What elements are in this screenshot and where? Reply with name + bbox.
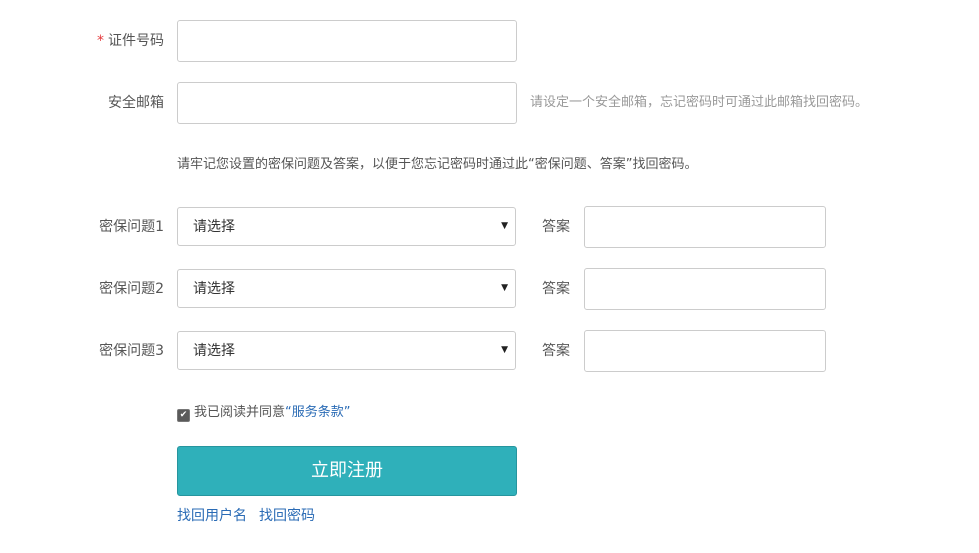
- dropdown-arrow-icon: ▼: [501, 345, 508, 355]
- dropdown-arrow-icon: ▼: [501, 283, 508, 293]
- id-number-label: * 证件号码: [14, 20, 164, 62]
- security-question-select-2[interactable]: 请选择 ▼: [177, 269, 516, 308]
- agreement-text: 我已阅读并同意: [194, 405, 286, 420]
- required-mark: *: [97, 33, 104, 49]
- security-question-select-1[interactable]: 请选择 ▼: [177, 207, 516, 246]
- email-label: 安全邮箱: [108, 95, 164, 111]
- recovery-links: 找回用户名 找回密码: [177, 506, 327, 526]
- terms-of-service-link[interactable]: “服务条款”: [285, 405, 350, 420]
- agreement: ✔ 我已阅读并同意“服务条款”: [177, 403, 351, 423]
- find-username-link[interactable]: 找回用户名: [177, 508, 247, 524]
- security-question-row-3: 密保问题3 请选择 ▼ 答案: [0, 330, 979, 373]
- answer-input-2[interactable]: [584, 268, 826, 310]
- security-question-row-2: 密保问题2 请选择 ▼ 答案: [0, 268, 979, 311]
- id-number-input[interactable]: [177, 20, 517, 62]
- security-question-row-1: 密保问题1 请选择 ▼ 答案: [0, 206, 979, 249]
- email-row: 安全邮箱 请设定一个安全邮箱，忘记密码时可通过此邮箱找回密码。: [0, 82, 979, 124]
- answer-label-3: 答案: [542, 343, 570, 359]
- security-question-select-3[interactable]: 请选择 ▼: [177, 331, 516, 370]
- email-input[interactable]: [177, 82, 517, 124]
- security-question-label-3: 密保问题3: [99, 343, 164, 359]
- email-hint: 请设定一个安全邮箱，忘记密码时可通过此邮箱找回密码。: [530, 95, 869, 110]
- agreement-checkbox[interactable]: ✔: [177, 409, 190, 422]
- registration-form: * 证件号码 安全邮箱 请设定一个安全邮箱，忘记密码时可通过此邮箱找回密码。 请牢…: [0, 0, 979, 553]
- check-icon: ✔: [179, 410, 188, 420]
- id-number-row: * 证件号码: [0, 20, 979, 62]
- register-button[interactable]: 立即注册: [177, 446, 517, 496]
- answer-label-2: 答案: [542, 281, 570, 297]
- security-notice: 请牢记您设置的密保问题及答案，以便于您忘记密码时通过此“密保问题、答案”找回密码…: [177, 157, 698, 172]
- answer-input-1[interactable]: [584, 206, 826, 248]
- security-question-selected-2: 请选择: [193, 281, 235, 297]
- id-number-label-text: 证件号码: [108, 33, 164, 49]
- security-question-label-1: 密保问题1: [99, 219, 164, 235]
- security-question-selected-1: 请选择: [193, 219, 235, 235]
- security-question-label-2: 密保问题2: [99, 281, 164, 297]
- dropdown-arrow-icon: ▼: [501, 221, 508, 231]
- security-question-selected-3: 请选择: [193, 343, 235, 359]
- find-password-link[interactable]: 找回密码: [259, 508, 315, 524]
- answer-label-1: 答案: [542, 219, 570, 235]
- answer-input-3[interactable]: [584, 330, 826, 372]
